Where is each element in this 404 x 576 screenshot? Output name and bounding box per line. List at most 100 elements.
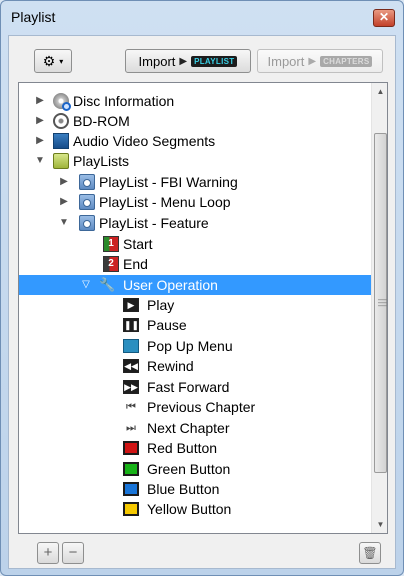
playlist-badge: PLAYLIST <box>191 55 238 67</box>
tree-item-label: Fast Forward <box>147 379 230 395</box>
collapse-arrow-icon[interactable]: ▽ <box>81 279 91 291</box>
tree-item[interactable]: ▼ PlayLists <box>19 151 375 171</box>
fast-forward-icon: ▶▶ <box>123 380 139 394</box>
end-mark-icon: 2 <box>103 256 119 272</box>
play-icon: ▶ <box>123 298 139 312</box>
expand-arrow-icon[interactable]: ▶ <box>59 176 69 188</box>
previous-chapter-icon: ⏮ <box>126 401 136 413</box>
import-playlist-label: Import <box>138 53 176 69</box>
scroll-up-icon[interactable]: ▲ <box>372 83 387 100</box>
tree-item[interactable]: Blue Button <box>19 479 375 499</box>
arrow-right-icon: ▶ <box>179 55 188 67</box>
tree-item-label: Blue Button <box>147 481 220 497</box>
tree-item-label: PlayList - Feature <box>99 215 209 231</box>
panel-content: ⚙ ▾ Import ▶ PLAYLIST Import ▶ CHAPTERS … <box>8 35 396 569</box>
tree-item-label: PlayLists <box>73 153 130 169</box>
tree-item[interactable]: Red Button <box>19 438 375 458</box>
tree-item-label: Audio Video Segments <box>73 133 216 149</box>
tree-item[interactable]: Yellow Button <box>19 499 375 519</box>
trash-button[interactable]: 🗑 <box>359 542 381 564</box>
bottom-toolbar: + − 🗑 <box>9 534 395 570</box>
tree-item-label: Pop Up Menu <box>147 338 233 354</box>
import-chapters-button[interactable]: Import ▶ CHAPTERS <box>257 49 383 73</box>
tree-item[interactable]: Green Button <box>19 459 375 479</box>
tree-item[interactable]: ◀◀ Rewind <box>19 356 375 376</box>
settings-dropdown-button[interactable]: ⚙ ▾ <box>34 49 72 73</box>
tree-item[interactable]: ▶ Audio Video Segments <box>19 131 375 151</box>
playlist-tree[interactable]: Yellow Button Blue Button Green Button Red … <box>18 82 388 534</box>
playlist-icon <box>79 174 95 190</box>
tree-item[interactable]: ▶ Play <box>19 295 375 315</box>
scrollbar-thumb[interactable]: — — — <box>374 133 387 473</box>
expand-arrow-icon[interactable]: ▶ <box>35 95 45 107</box>
gear-icon: ⚙ <box>42 53 56 69</box>
collapse-arrow-icon[interactable]: ▼ <box>35 155 45 167</box>
tree-item-label: PlayList - FBI Warning <box>99 174 238 190</box>
chapters-badge: CHAPTERS <box>320 55 373 67</box>
tree-item-label: Play <box>147 297 175 313</box>
tree-item[interactable]: ▶ PlayList - FBI Warning <box>19 172 375 192</box>
folder-open-icon <box>53 153 69 169</box>
trash-icon: 🗑 <box>362 546 378 560</box>
tree-item-label: End <box>123 256 148 272</box>
collapse-arrow-icon[interactable]: ▼ <box>59 217 69 229</box>
tree-item[interactable]: 2 End <box>19 254 375 274</box>
close-button[interactable]: ✕ <box>373 9 395 27</box>
bd-rom-icon <box>53 113 69 129</box>
tree-item[interactable]: ▽ 🔧 User Operation <box>19 275 375 295</box>
tree-item-label: PlayList - Menu Loop <box>99 194 231 210</box>
tree-item[interactable]: Pop Up Menu <box>19 336 375 356</box>
playlist-icon <box>79 215 95 231</box>
expand-arrow-icon[interactable]: ▶ <box>59 196 69 208</box>
magnifier-icon <box>62 102 71 111</box>
tree-item[interactable]: ▼ PlayList - Feature <box>19 213 375 233</box>
tree-item-label: BD-ROM <box>73 113 130 129</box>
remove-button[interactable]: − <box>62 542 84 564</box>
yellow-button-icon <box>123 502 139 516</box>
tree-item[interactable]: ⏮ Previous Chapter <box>19 397 375 417</box>
tree-item-label: Next Chapter <box>147 420 230 436</box>
tree-item[interactable]: ▶▶ Fast Forward <box>19 377 375 397</box>
popup-menu-icon <box>123 339 139 353</box>
tree-item[interactable]: ⏭ Next Chapter <box>19 418 375 438</box>
tree-item-label: Green Button <box>147 461 231 477</box>
tree-item-label: Previous Chapter <box>147 399 256 415</box>
blue-button-icon <box>123 482 139 496</box>
wrench-icon: 🔧 <box>99 277 116 292</box>
add-button[interactable]: + <box>37 542 59 564</box>
import-playlist-button[interactable]: Import ▶ PLAYLIST <box>125 49 251 73</box>
import-chapters-label: Import <box>267 53 305 69</box>
arrow-right-icon: ▶ <box>308 55 317 67</box>
tree-item-label: Rewind <box>147 358 194 374</box>
tree-item-label: Disc Information <box>73 93 175 109</box>
rewind-icon: ◀◀ <box>123 359 139 373</box>
title-bar: Playlist ✕ <box>1 1 403 33</box>
pause-icon: ❚❚ <box>123 318 140 332</box>
expand-arrow-icon[interactable]: ▶ <box>35 115 45 127</box>
tree-item-label: Pause <box>147 317 187 333</box>
tree-item[interactable]: ▶ PlayList - Menu Loop <box>19 192 375 212</box>
tree-item-label: User Operation <box>123 277 218 293</box>
playlist-window: Playlist ✕ ⚙ ▾ Import ▶ PLAYLIST Import … <box>0 0 404 576</box>
tree-item-label: Start <box>123 236 153 252</box>
window-title: Playlist <box>11 9 56 25</box>
tree-item-label: Yellow Button <box>147 501 232 517</box>
tree-item-label: Red Button <box>147 440 218 456</box>
red-button-icon <box>123 441 139 455</box>
vertical-scrollbar[interactable]: ▲ — — — ▼ <box>371 83 387 533</box>
disc-search-icon <box>53 93 71 111</box>
tree-item[interactable]: ❚❚ Pause <box>19 315 375 335</box>
tree-item[interactable]: ▶ Disc Information <box>19 91 375 111</box>
green-button-icon <box>123 462 139 476</box>
next-chapter-icon: ⏭ <box>126 422 136 434</box>
chevron-down-icon: ▾ <box>59 56 64 66</box>
toolbar: ⚙ ▾ Import ▶ PLAYLIST Import ▶ CHAPTERS <box>9 36 395 82</box>
playlist-icon <box>79 194 95 210</box>
grip-icon: — — — <box>378 294 387 310</box>
expand-arrow-icon[interactable]: ▶ <box>35 135 45 147</box>
tree-item[interactable]: ▶ BD-ROM <box>19 111 375 131</box>
start-mark-icon: 1 <box>103 236 119 252</box>
scroll-down-icon[interactable]: ▼ <box>372 516 387 533</box>
av-segments-icon <box>53 133 69 149</box>
tree-item[interactable]: 1 Start <box>19 234 375 254</box>
